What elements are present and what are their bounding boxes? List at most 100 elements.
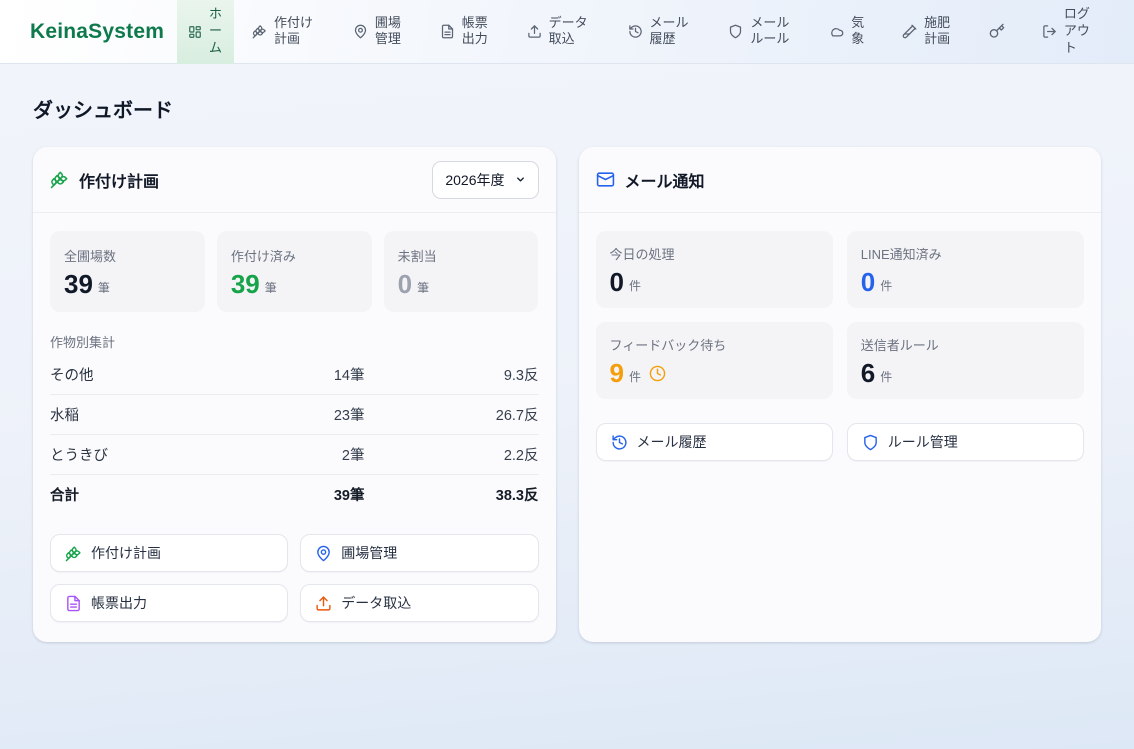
button-label: 帳票出力 bbox=[91, 593, 147, 613]
shield-icon bbox=[862, 434, 879, 451]
table-row: 水稲 23筆 26.7反 bbox=[50, 395, 539, 435]
main-content: ダッシュボード 作付け計画 2026年度 全圃場数 39筆 bbox=[0, 94, 1134, 642]
cloud-icon bbox=[829, 24, 844, 39]
mail-stats: 今日の処理 0件 LINE通知済み 0件 フィードバック待ち 9 件 bbox=[596, 231, 1085, 399]
top-nav: KeinaSystem ホーム 作付け計画 圃場管理 帳票出力 データ取込 メー… bbox=[0, 0, 1134, 64]
crop-count: 39筆 bbox=[250, 484, 365, 505]
nav-item-label: 帳票出力 bbox=[462, 15, 490, 49]
page-title: ダッシュボード bbox=[33, 94, 1101, 123]
stat-tile-feedback-pending: フィードバック待ち 9 件 bbox=[596, 322, 833, 399]
report-output-button[interactable]: 帳票出力 bbox=[50, 584, 288, 622]
crop-area: 2.2反 bbox=[365, 444, 539, 465]
mail-quick-actions: メール履歴 ルール管理 bbox=[596, 423, 1085, 461]
nav-item-fertilizer-plan[interactable]: 施肥計画 bbox=[902, 15, 952, 49]
nav-item-password-key[interactable] bbox=[989, 23, 1005, 39]
field-management-button[interactable]: 圃場管理 bbox=[300, 534, 538, 572]
stat-unit: 筆 bbox=[98, 279, 110, 296]
brand-logo: KeinaSystem bbox=[0, 20, 177, 44]
crop-count: 14筆 bbox=[250, 364, 365, 385]
nav-item-planting-plan[interactable]: 作付け計画 bbox=[252, 15, 316, 49]
crop-count: 2筆 bbox=[250, 444, 365, 465]
stat-unit: 件 bbox=[629, 277, 641, 294]
nav-item-logout[interactable]: ログアウト bbox=[1042, 6, 1092, 57]
crop-summary-table: その他 14筆 9.3反 水稲 23筆 26.7反 とうきび 2筆 2.2反 bbox=[50, 355, 539, 514]
card-title: 作付け計画 bbox=[79, 168, 159, 192]
planting-stats: 全圃場数 39筆 作付け済み 39筆 未割当 0筆 bbox=[50, 231, 539, 312]
button-label: データ取込 bbox=[341, 593, 411, 613]
stat-value: 6 bbox=[861, 360, 875, 386]
nav-item-label: データ取込 bbox=[549, 15, 591, 49]
nav-item-field-management[interactable]: 圃場管理 bbox=[353, 15, 403, 49]
nav-item-home[interactable]: ホーム bbox=[177, 0, 234, 64]
upload-icon bbox=[315, 595, 332, 612]
nav-item-label: ホーム bbox=[209, 6, 223, 57]
nav-item-mail-history[interactable]: メール履歴 bbox=[628, 15, 692, 49]
stat-unit: 件 bbox=[629, 368, 641, 385]
nav-item-mail-rules[interactable]: メールルール bbox=[728, 15, 792, 49]
planting-plan-card: 作付け計画 2026年度 全圃場数 39筆 作付け済み 39筆 bbox=[33, 147, 556, 642]
table-row: とうきび 2筆 2.2反 bbox=[50, 435, 539, 475]
stat-label: 送信者ルール bbox=[861, 335, 1070, 354]
stat-tile-line-notified: LINE通知済み 0件 bbox=[847, 231, 1084, 308]
nav-item-label: メール履歴 bbox=[650, 15, 692, 49]
stat-value: 39 bbox=[231, 271, 260, 297]
planting-quick-actions: 作付け計画 圃場管理 帳票出力 データ取込 bbox=[50, 534, 539, 622]
nav-item-weather[interactable]: 気象 bbox=[829, 15, 865, 49]
crop-name: 水稲 bbox=[50, 404, 250, 425]
stat-label: 未割当 bbox=[398, 246, 525, 265]
logout-icon bbox=[1042, 24, 1057, 39]
planting-card-header: 作付け計画 2026年度 bbox=[33, 147, 556, 213]
stat-unit: 件 bbox=[880, 277, 892, 294]
planting-plan-button[interactable]: 作付け計画 bbox=[50, 534, 288, 572]
stat-value: 9 bbox=[610, 360, 624, 386]
nav-rest: 作付け計画 圃場管理 帳票出力 データ取込 メール履歴 メールルール 気象 施 bbox=[234, 6, 1134, 57]
nav-item-label: 圃場管理 bbox=[375, 15, 403, 49]
data-import-button[interactable]: データ取込 bbox=[300, 584, 538, 622]
crop-name: その他 bbox=[50, 364, 250, 385]
history-icon bbox=[628, 24, 643, 39]
dashboard-icon bbox=[188, 25, 202, 39]
button-label: ルール管理 bbox=[888, 432, 958, 452]
stat-unit: 筆 bbox=[265, 279, 277, 296]
nav-item-label: 作付け計画 bbox=[274, 15, 316, 49]
file-text-icon bbox=[440, 24, 455, 39]
stat-unit: 件 bbox=[880, 368, 892, 385]
cards-row: 作付け計画 2026年度 全圃場数 39筆 作付け済み 39筆 bbox=[33, 147, 1101, 642]
clock-icon bbox=[649, 365, 666, 382]
nav-item-report-output[interactable]: 帳票出力 bbox=[440, 15, 490, 49]
test-tube-icon bbox=[902, 24, 917, 39]
crop-area: 38.3反 bbox=[365, 484, 539, 505]
crop-area: 9.3反 bbox=[365, 364, 539, 385]
mail-history-button[interactable]: メール履歴 bbox=[596, 423, 833, 461]
nav-item-label: ログアウト bbox=[1064, 6, 1092, 57]
stat-label: 作付け済み bbox=[231, 246, 358, 265]
year-select[interactable]: 2026年度 bbox=[432, 161, 538, 199]
stat-value: 39 bbox=[64, 271, 93, 297]
crop-count: 23筆 bbox=[250, 404, 365, 425]
button-label: メール履歴 bbox=[637, 432, 707, 452]
wheat-icon bbox=[50, 170, 69, 189]
stat-tile-sender-rules: 送信者ルール 6件 bbox=[847, 322, 1084, 399]
mail-card-body: 今日の処理 0件 LINE通知済み 0件 フィードバック待ち 9 件 bbox=[579, 213, 1102, 481]
wheat-icon bbox=[65, 545, 82, 562]
crop-summary-label: 作物別集計 bbox=[50, 332, 539, 351]
upload-icon bbox=[527, 24, 542, 39]
map-pin-icon bbox=[353, 24, 368, 39]
button-label: 圃場管理 bbox=[341, 543, 397, 563]
stat-tile-unassigned: 未割当 0筆 bbox=[384, 231, 539, 312]
nav-item-label: 気象 bbox=[851, 15, 865, 49]
stat-tile-total-fields: 全圃場数 39筆 bbox=[50, 231, 205, 312]
rule-management-button[interactable]: ルール管理 bbox=[847, 423, 1084, 461]
stat-label: LINE通知済み bbox=[861, 244, 1070, 263]
stat-tile-planted: 作付け済み 39 筆 bbox=[217, 231, 372, 312]
nav-item-data-import[interactable]: データ取込 bbox=[527, 15, 591, 49]
wheat-icon bbox=[252, 24, 267, 39]
year-select-value: 2026年度 bbox=[445, 170, 504, 190]
chevron-down-icon bbox=[515, 174, 526, 185]
crop-area: 26.7反 bbox=[365, 404, 539, 425]
file-text-icon bbox=[65, 595, 82, 612]
key-icon bbox=[989, 23, 1005, 39]
table-total-row: 合計 39筆 38.3反 bbox=[50, 475, 539, 514]
mail-card-header: メール通知 bbox=[579, 147, 1102, 213]
crop-name: 合計 bbox=[50, 484, 250, 505]
